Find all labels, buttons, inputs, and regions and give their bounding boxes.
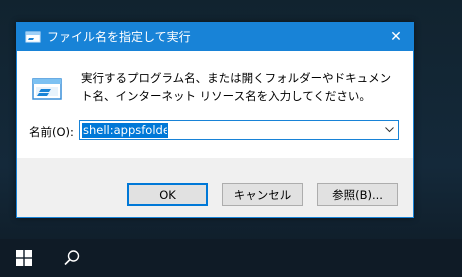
browse-button[interactable]: 参照(B)...: [317, 183, 398, 206]
instruction-text: 実行するプログラム名、または開くフォルダーやドキュメント名、インターネット リソ…: [81, 71, 392, 103]
chevron-down-icon: [384, 127, 394, 133]
taskbar: [0, 239, 462, 277]
search-button[interactable]: [48, 239, 96, 277]
dialog-footer: OK キャンセル 参照(B)...: [17, 158, 413, 217]
close-icon: ✕: [390, 29, 402, 45]
search-icon: [64, 250, 80, 266]
run-dialog: ファイル名を指定して実行 ✕ 実行するプログラム名、または開くフォルダーやドキュ…: [16, 22, 414, 218]
open-field-label: 名前(O):: [29, 125, 74, 139]
start-button[interactable]: [0, 239, 48, 277]
run-app-icon: [25, 31, 41, 43]
cancel-button[interactable]: キャンセル: [222, 183, 303, 206]
dropdown-button[interactable]: [380, 121, 398, 139]
windows-logo-icon: [16, 250, 32, 266]
open-input[interactable]: [82, 123, 168, 138]
open-combobox[interactable]: [79, 120, 399, 140]
run-program-icon: [32, 78, 62, 100]
dialog-title: ファイル名を指定して実行: [47, 30, 191, 44]
ok-button[interactable]: OK: [127, 183, 208, 206]
close-button[interactable]: ✕: [379, 23, 413, 51]
dialog-titlebar[interactable]: ファイル名を指定して実行 ✕: [17, 23, 413, 51]
